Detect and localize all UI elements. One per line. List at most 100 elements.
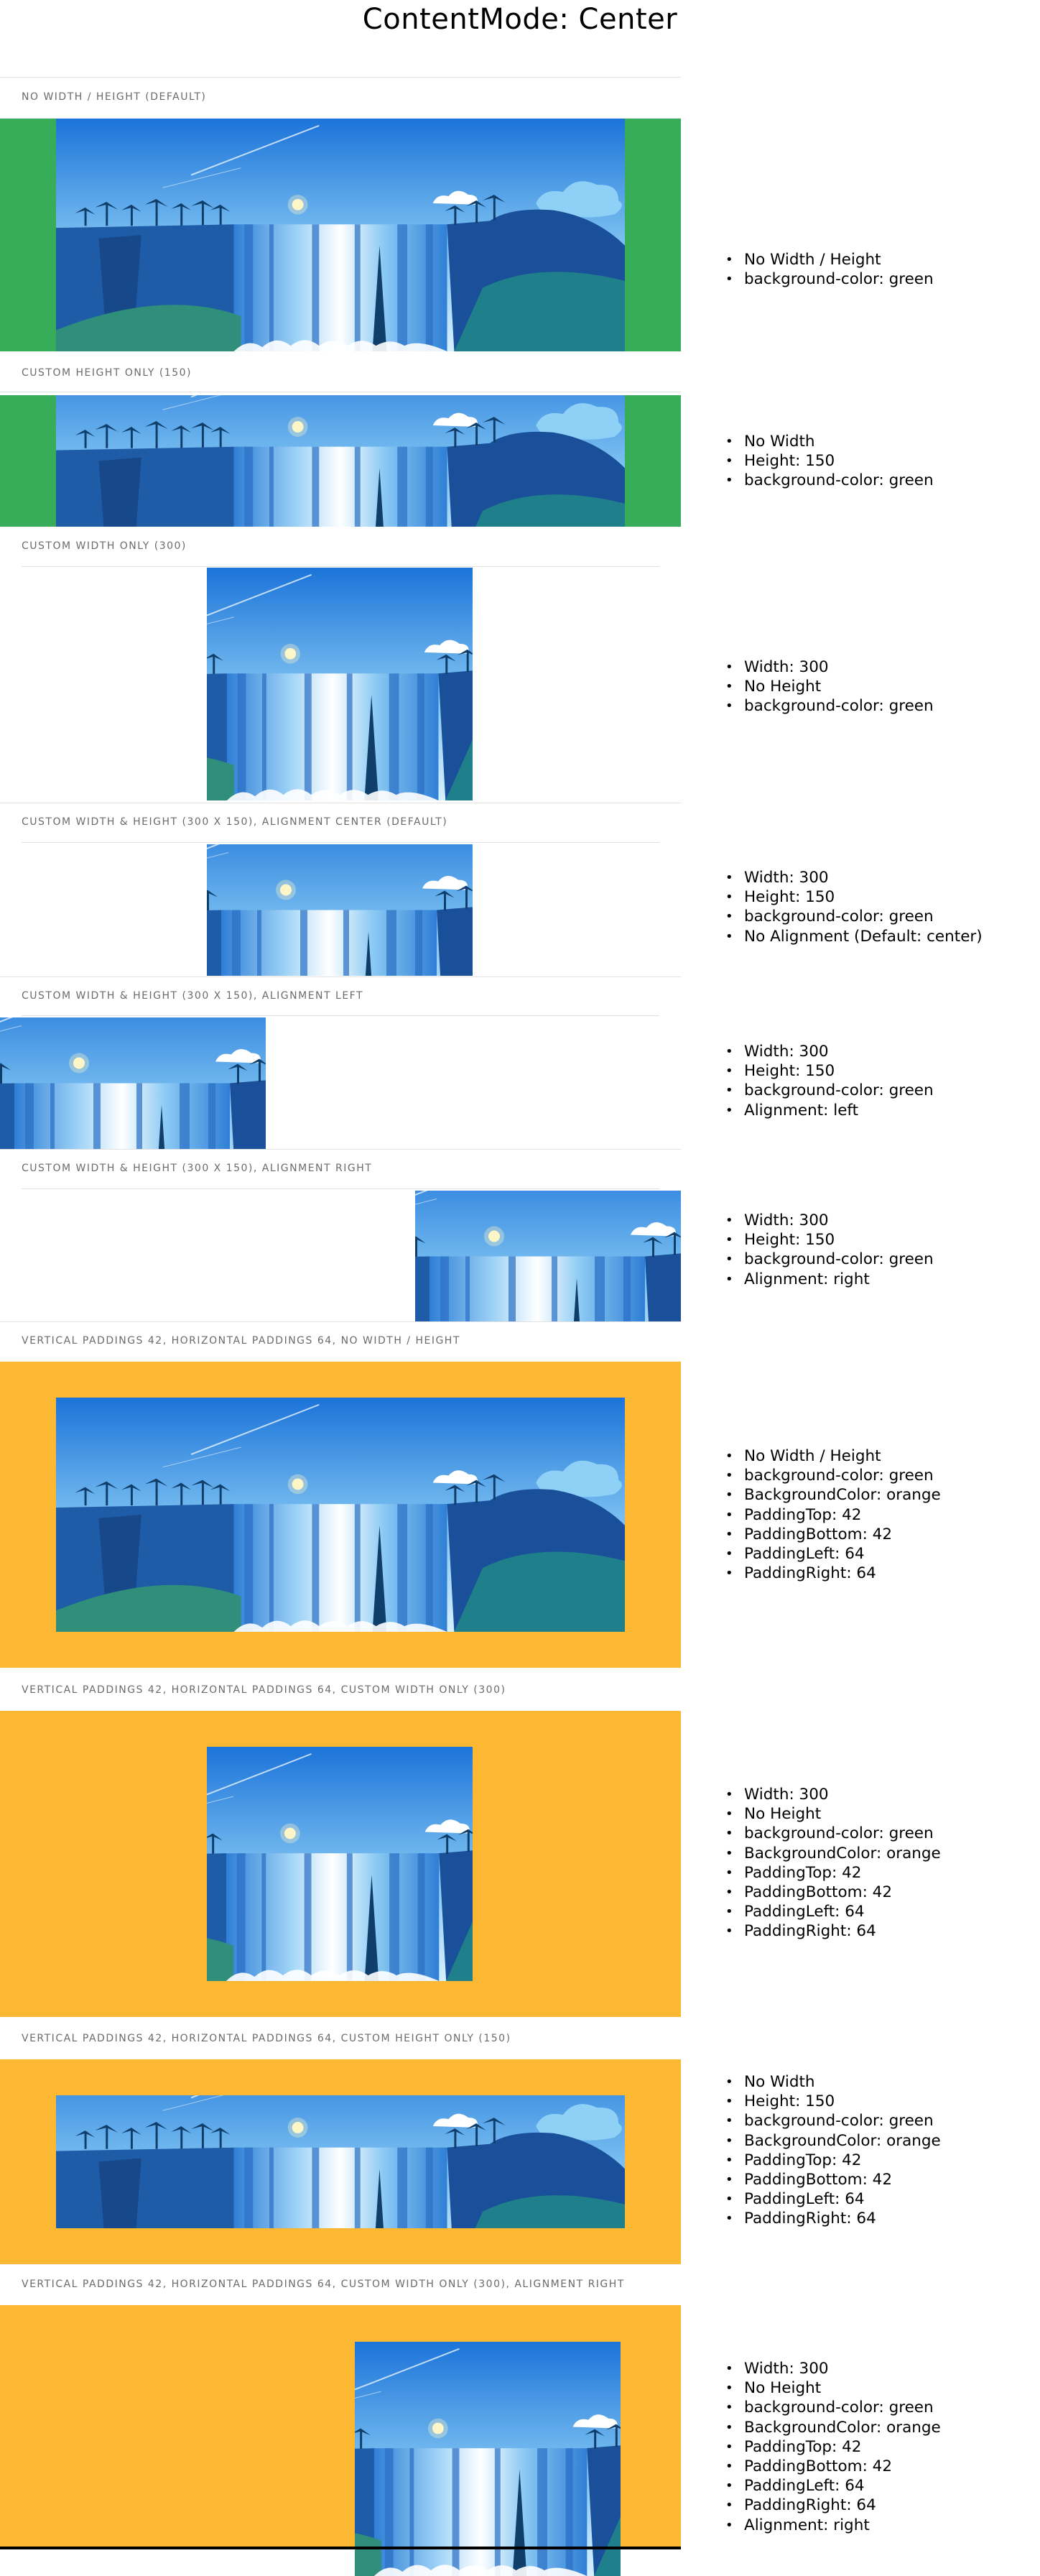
description-item: PaddingTop: 42 [725,1505,941,1525]
description-list: Width: 300 No Height background-color: g… [725,1785,941,1942]
description-item: background-color: green [725,2111,941,2130]
waterfall-image [207,568,473,800]
image-container [0,119,681,351]
image-container [0,2059,681,2264]
description-item: BackgroundColor: orange [725,2131,941,2151]
image-container [0,568,681,800]
description-list: Width: 300 No Height background-color: g… [725,2359,941,2535]
description-item: BackgroundColor: orange [725,1485,941,1505]
description-item: No Height [725,677,934,696]
waterfall-image [56,119,625,351]
description-item: background-color: green [725,471,934,490]
description-item: Width: 300 [725,868,983,887]
description-item: PaddingBottom: 42 [725,2170,941,2189]
description-item: background-color: green [725,696,934,716]
description-item: Width: 300 [725,657,934,677]
description-item: PaddingRight: 64 [725,1921,941,1941]
description-item: No Height [725,2378,941,2398]
divider [22,1015,659,1016]
waterfall-image [415,1191,681,1322]
description-item: PaddingTop: 42 [725,2437,941,2457]
waterfall-image [355,2342,621,2576]
section-label: CUSTOM WIDTH & HEIGHT (300 X 150), ALIGN… [22,990,364,1002]
description-item: background-color: green [725,907,983,926]
waterfall-image [56,395,625,527]
section-label: VERTICAL PADDINGS 42, HORIZONTAL PADDING… [22,1684,506,1696]
description-item: No Width / Height [725,1446,941,1466]
description-list: Width: 300 Height: 150 background-color:… [725,1211,934,1289]
description-item: BackgroundColor: orange [725,2418,941,2437]
description-item: No Width [725,432,934,451]
image-container [0,2305,681,2576]
description-item: PaddingLeft: 64 [725,2189,941,2209]
bottom-border [0,2547,681,2549]
waterfall-image [0,1017,266,1149]
description-item: PaddingRight: 64 [725,2496,941,2515]
description-item: PaddingLeft: 64 [725,2476,941,2496]
description-item: No Width / Height [725,250,934,269]
description-item: Height: 150 [725,451,934,471]
description-list: Width: 300 No Height background-color: g… [725,657,934,716]
description-item: Width: 300 [725,1042,934,1061]
description-item: PaddingRight: 64 [725,2209,941,2228]
description-list: Width: 300 Height: 150 background-color:… [725,1042,934,1120]
description-item: Width: 300 [725,2359,941,2378]
section-label: VERTICAL PADDINGS 42, HORIZONTAL PADDING… [22,1335,460,1347]
description-item: Height: 150 [725,2092,941,2111]
description-item: No Height [725,1804,941,1824]
description-item: Alignment: right [725,2516,941,2535]
description-item: background-color: green [725,1250,934,1269]
description-item: Height: 150 [725,1230,934,1250]
image-container [0,1711,681,2017]
waterfall-image [56,2095,625,2228]
section-label: CUSTOM HEIGHT ONLY (150) [22,367,192,379]
description-item: background-color: green [725,1081,934,1100]
description-item: background-color: green [725,1824,941,1843]
divider [0,1149,681,1150]
description-item: PaddingTop: 42 [725,2151,941,2170]
section-label: VERTICAL PADDINGS 42, HORIZONTAL PADDING… [22,2279,625,2290]
description-item: background-color: green [725,1466,941,1485]
section-label: CUSTOM WIDTH & HEIGHT (300 X 150), ALIGN… [22,816,448,828]
description-list: No Width / Height background-color: gree… [725,1446,941,1584]
divider [0,1321,681,1322]
section-label: VERTICAL PADDINGS 42, HORIZONTAL PADDING… [22,2033,511,2044]
description-item: No Alignment (Default: center) [725,927,983,946]
waterfall-image [207,844,473,976]
description-item: Width: 300 [725,1211,934,1230]
divider [0,2264,681,2265]
description-item: PaddingLeft: 64 [725,1902,941,1921]
description-item: background-color: green [725,269,934,289]
divider [22,1188,659,1189]
description-item: PaddingTop: 42 [725,1863,941,1883]
section-label: CUSTOM WIDTH ONLY (300) [22,540,187,552]
description-list: Width: 300 Height: 150 background-color:… [725,868,983,946]
description-item: Alignment: right [725,1270,934,1289]
divider [22,842,659,843]
description-item: PaddingBottom: 42 [725,1525,941,1544]
divider [22,566,659,567]
image-container [0,844,681,976]
description-item: Width: 300 [725,1785,941,1804]
description-item: PaddingRight: 64 [725,1564,941,1583]
description-item: PaddingBottom: 42 [725,2457,941,2476]
image-container [0,1017,681,1149]
image-container [0,1191,681,1322]
divider [0,77,681,78]
description-item: background-color: green [725,2398,941,2417]
examples-column: NO WIDTH / HEIGHT (DEFAULT) CUSTOM HEIGH… [0,0,681,2576]
section-label: NO WIDTH / HEIGHT (DEFAULT) [22,91,207,103]
description-item: BackgroundColor: orange [725,1844,941,1863]
description-list: No Width Height: 150 background-color: g… [725,432,934,491]
description-item: PaddingBottom: 42 [725,1883,941,1902]
description-item: PaddingLeft: 64 [725,1544,941,1564]
description-item: Alignment: left [725,1101,934,1120]
description-item: Height: 150 [725,1061,934,1081]
image-container [0,395,681,527]
description-item: Height: 150 [725,887,983,907]
section-label: CUSTOM WIDTH & HEIGHT (300 X 150), ALIGN… [22,1163,373,1174]
description-item: No Width [725,2072,941,2092]
image-container [0,1362,681,1668]
description-list: No Width Height: 150 background-color: g… [725,2072,941,2229]
description-list: No Width / Height background-color: gree… [725,250,934,290]
